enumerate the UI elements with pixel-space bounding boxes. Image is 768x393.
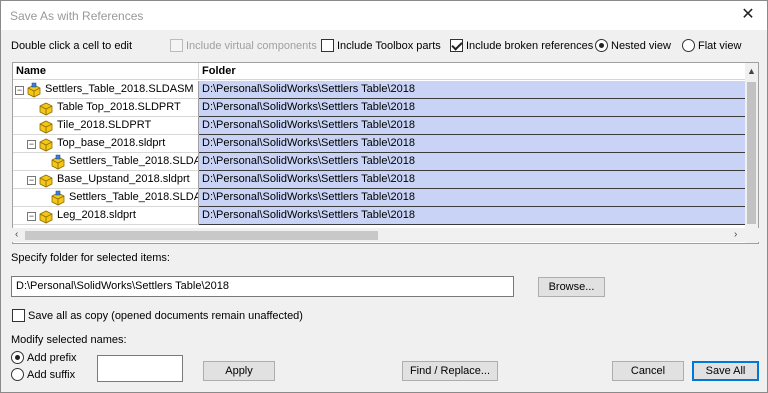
scroll-right-icon[interactable]: › (734, 229, 737, 240)
nested-view-label: Nested view (611, 40, 671, 52)
horizontal-scrollbar[interactable]: ‹ › (12, 228, 759, 242)
folder-path-input[interactable]: D:\Personal\SolidWorks\Settlers Table\20… (11, 276, 514, 297)
include-broken-label: Include broken references (466, 40, 594, 52)
save-as-references-dialog: Save As with References ✕ Double click a… (0, 0, 768, 393)
add-suffix-label: Add suffix (27, 369, 76, 381)
folder-cell[interactable]: D:\Personal\SolidWorks\Settlers Table\20… (199, 153, 746, 171)
flat-view-label: Flat view (698, 40, 742, 52)
collapse-icon[interactable]: − (27, 140, 36, 149)
window-title: Save As with References (10, 9, 144, 23)
part-icon (39, 138, 53, 152)
nested-view-radio[interactable] (595, 39, 608, 52)
folder-cell[interactable]: D:\Personal\SolidWorks\Settlers Table\20… (199, 207, 746, 225)
file-name: Settlers_Table_2018.SLDASM (69, 191, 198, 203)
vertical-scroll-thumb[interactable] (747, 82, 756, 224)
name-cell[interactable]: − Settlers_Table_2018.SLDASM (13, 81, 199, 99)
table-row[interactable]: Settlers_Table_2018.SLDASMD:\Personal\So… (13, 189, 746, 207)
scroll-up-icon[interactable]: ▲ (747, 66, 756, 76)
include-toolbox-checkbox[interactable] (321, 39, 334, 52)
name-cell[interactable]: Settlers_Table_2018.SLDASM (13, 153, 199, 171)
vertical-scrollbar[interactable]: ▲ ▼ (745, 63, 758, 243)
part-icon (39, 210, 53, 224)
browse-button[interactable]: Browse... (538, 277, 605, 297)
column-header-folder[interactable]: Folder (202, 65, 236, 77)
add-suffix-radio[interactable] (11, 368, 24, 381)
part-icon (39, 102, 53, 116)
grid-header: Name Folder (13, 63, 746, 80)
find-replace-button[interactable]: Find / Replace... (402, 361, 498, 381)
file-name: Settlers_Table_2018.SLDASM (45, 83, 194, 95)
close-icon[interactable]: ✕ (739, 6, 757, 24)
save-as-copy-label: Save all as copy (opened documents remai… (28, 310, 303, 322)
folder-cell[interactable]: D:\Personal\SolidWorks\Settlers Table\20… (199, 135, 746, 153)
save-all-button[interactable]: Save All (692, 361, 759, 381)
table-row[interactable]: Settlers_Table_2018.SLDASMD:\Personal\So… (13, 153, 746, 171)
table-row[interactable]: − Base_Upstand_2018.sldprt D:\Personal\Sol… (13, 171, 746, 189)
folder-cell[interactable]: D:\Personal\SolidWorks\Settlers Table\20… (199, 171, 746, 189)
add-prefix-radio[interactable] (11, 351, 24, 364)
save-as-copy-checkbox[interactable] (12, 309, 25, 322)
file-name: Settlers_Table_2018.SLDASM (69, 155, 198, 167)
collapse-icon[interactable]: − (15, 86, 24, 95)
file-name: Top_base_2018.sldprt (57, 137, 166, 149)
name-cell[interactable]: − Top_base_2018.sldprt (13, 135, 199, 153)
flat-view-radio[interactable] (682, 39, 695, 52)
prefix-suffix-input[interactable] (97, 355, 183, 382)
scroll-left-icon[interactable]: ‹ (15, 229, 18, 240)
cancel-button[interactable]: Cancel (612, 361, 684, 381)
title-bar: Save As with References ✕ (1, 1, 767, 30)
edit-instruction: Double click a cell to edit (11, 40, 133, 52)
assembly-icon (51, 190, 65, 206)
include-virtual-label: Include virtual components (186, 40, 317, 52)
name-cell[interactable]: Table Top_2018.SLDPRT (13, 99, 199, 117)
folder-section-label: Specify folder for selected items: (11, 252, 170, 264)
add-prefix-label: Add prefix (27, 352, 77, 364)
collapse-icon[interactable]: − (27, 176, 36, 185)
table-row[interactable]: − Settlers_Table_2018.SLDASM D:\Personal\S… (13, 81, 746, 99)
folder-cell[interactable]: D:\Personal\SolidWorks\Settlers Table\20… (199, 189, 746, 207)
part-icon (39, 174, 53, 188)
modify-names-label: Modify selected names: (11, 334, 127, 346)
name-cell[interactable]: Settlers_Table_2018.SLDASM (13, 189, 199, 207)
assembly-icon (27, 82, 41, 98)
name-cell[interactable]: − Base_Upstand_2018.sldprt (13, 171, 199, 189)
file-name: Tile_2018.SLDPRT (57, 119, 152, 131)
table-row[interactable]: Table Top_2018.SLDPRT D:\Personal\SolidWo… (13, 99, 746, 117)
file-name: Base_Upstand_2018.sldprt (57, 173, 190, 185)
file-name: Table Top_2018.SLDPRT (57, 101, 181, 113)
column-divider[interactable] (198, 63, 199, 80)
file-name: Leg_2018.sldprt (57, 209, 136, 221)
include-broken-checkbox[interactable] (450, 39, 463, 52)
folder-cell[interactable]: D:\Personal\SolidWorks\Settlers Table\20… (199, 81, 746, 99)
table-row[interactable]: − Leg_2018.sldprt D:\Personal\SolidWorks\S… (13, 207, 746, 225)
folder-cell[interactable]: D:\Personal\SolidWorks\Settlers Table\20… (199, 117, 746, 135)
include-toolbox-label: Include Toolbox parts (337, 40, 441, 52)
part-icon (39, 120, 53, 134)
name-cell[interactable]: Tile_2018.SLDPRT (13, 117, 199, 135)
table-row[interactable]: Tile_2018.SLDPRT D:\Personal\SolidWorks\S… (13, 117, 746, 135)
assembly-icon (51, 154, 65, 170)
apply-button[interactable]: Apply (203, 361, 275, 381)
collapse-icon[interactable]: − (27, 212, 36, 221)
folder-cell[interactable]: D:\Personal\SolidWorks\Settlers Table\20… (199, 99, 746, 117)
references-grid: Name Folder − Settlers_Table_2018.SLDASM D… (12, 62, 759, 244)
table-row[interactable]: − Top_base_2018.sldprt D:\Personal\SolidWo… (13, 135, 746, 153)
column-header-name[interactable]: Name (16, 65, 46, 77)
name-cell[interactable]: − Leg_2018.sldprt (13, 207, 199, 225)
horizontal-scroll-thumb[interactable] (25, 231, 378, 240)
include-virtual-checkbox[interactable] (170, 39, 183, 52)
